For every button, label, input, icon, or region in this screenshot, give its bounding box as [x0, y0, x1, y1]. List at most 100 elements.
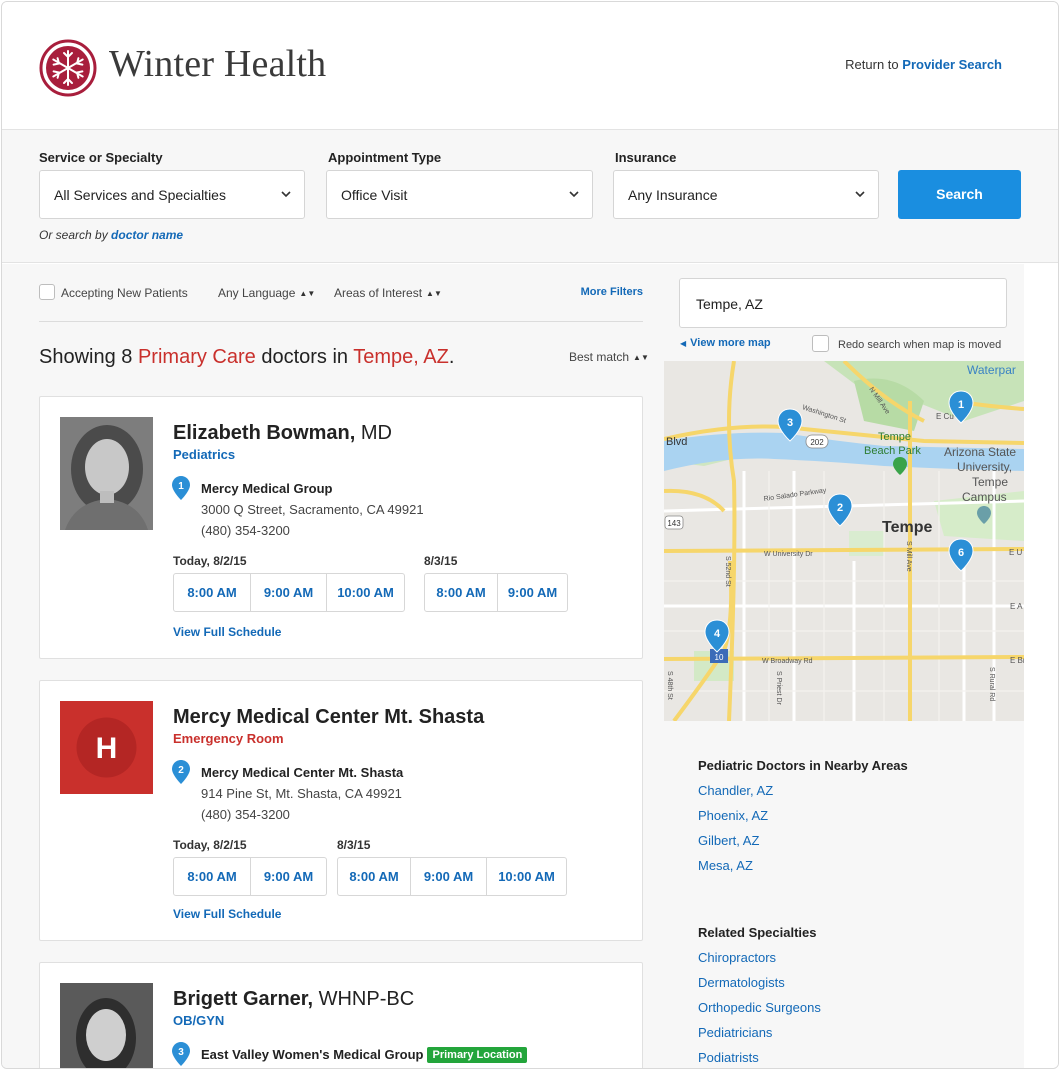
related-specialty-link[interactable]: Podiatrists	[698, 1050, 759, 1065]
service-label: Service or Specialty	[39, 150, 163, 165]
nearby-area-link[interactable]: Phoenix, AZ	[698, 808, 768, 823]
svg-text:1: 1	[958, 399, 964, 411]
accepting-new-patients-checkbox[interactable]	[39, 284, 55, 300]
svg-text:Tempe: Tempe	[882, 519, 932, 536]
view-full-schedule-link[interactable]: View Full Schedule	[173, 907, 281, 921]
time-slot-group: 8:00 AM 9:00 AM	[424, 573, 568, 612]
return-link-container: Return to Provider Search	[845, 57, 1002, 72]
svg-text:Campus: Campus	[962, 490, 1007, 504]
more-filters-link[interactable]: More Filters	[581, 286, 643, 298]
location-address: 914 Pine St, Mt. Shasta, CA 49921	[201, 786, 402, 801]
svg-text:E U: E U	[1009, 548, 1023, 557]
time-slot-button[interactable]: 9:00 AM	[250, 574, 326, 611]
chevron-down-icon	[855, 191, 865, 198]
time-slot-group: 8:00 AM 9:00 AM	[173, 857, 327, 896]
svg-text:1: 1	[178, 481, 184, 492]
svg-text:H: H	[96, 732, 118, 765]
provider-specialty: Pediatrics	[173, 447, 236, 462]
sort-select[interactable]: Best match ▲▼	[569, 350, 649, 364]
time-slot-button[interactable]: 8:00 AM	[338, 858, 410, 895]
map-pin-icon: 1	[172, 476, 190, 500]
language-filter[interactable]: Any Language ▲▼	[218, 286, 315, 300]
location-phone: (480) 354-3200	[201, 807, 290, 822]
svg-text:202: 202	[810, 438, 824, 447]
time-slot-button[interactable]: 10:00 AM	[326, 574, 404, 611]
time-slot-button[interactable]: 9:00 AM	[497, 574, 567, 611]
site-header: Winter Health Return to Provider Search	[2, 2, 1058, 130]
appointment-select[interactable]: Office Visit	[326, 170, 593, 219]
search-button[interactable]: Search	[898, 170, 1021, 219]
provider-card[interactable]: H Mercy Medical Center Mt. Shasta Emerge…	[39, 680, 643, 941]
service-select[interactable]: All Services and Specialties	[39, 170, 305, 219]
svg-text:3: 3	[178, 1047, 184, 1058]
view-more-map-link[interactable]: ◀ View more map	[680, 337, 771, 349]
provider-name[interactable]: Brigett Garner, WHNP-BC	[173, 988, 414, 1011]
or-search-prefix: Or search by	[39, 228, 108, 242]
svg-text:S Rural Rd: S Rural Rd	[988, 667, 995, 701]
map-pin-icon: 2	[172, 760, 190, 784]
map-panel: Tempe, AZ ◀ View more map Redo search whe…	[664, 264, 1024, 1068]
sort-arrows-icon: ▲▼	[299, 289, 316, 298]
svg-text:Tempe: Tempe	[878, 431, 911, 443]
provider-name-text: Elizabeth Bowman,	[173, 422, 356, 444]
location-search-value: Tempe, AZ	[696, 296, 763, 312]
nearby-area-link[interactable]: Mesa, AZ	[698, 858, 753, 873]
appointment-label: Appointment Type	[328, 150, 442, 165]
time-slot-button[interactable]: 8:00 AM	[174, 858, 250, 895]
svg-text:4: 4	[714, 628, 721, 640]
time-slot-button[interactable]: 8:00 AM	[174, 574, 250, 611]
map-canvas[interactable]: Waterpar Washington St N Mill Ave E Cu B…	[664, 361, 1024, 721]
provider-name[interactable]: Elizabeth Bowman, MD	[173, 422, 392, 445]
insurance-select-value: Any Insurance	[628, 187, 718, 203]
results-location: Tempe, AZ	[353, 346, 449, 368]
day-label: Today, 8/2/15	[173, 838, 247, 852]
doctor-name-search-link[interactable]: doctor name	[111, 228, 183, 242]
svg-text:S Priest Dr: S Priest Dr	[775, 671, 782, 706]
nearby-area-link[interactable]: Chandler, AZ	[698, 783, 773, 798]
time-slot-button[interactable]: 9:00 AM	[250, 858, 326, 895]
svg-text:E A: E A	[1010, 602, 1023, 611]
sort-select-value: Best match	[569, 350, 630, 364]
map-view[interactable]: Waterpar Washington St N Mill Ave E Cu B…	[664, 361, 1024, 721]
related-specialty-link[interactable]: Pediatricians	[698, 1025, 772, 1040]
interest-filter[interactable]: Areas of Interest ▲▼	[334, 286, 442, 300]
provider-card[interactable]: Elizabeth Bowman, MD Pediatrics 1 Mercy …	[39, 396, 643, 659]
provider-name[interactable]: Mercy Medical Center Mt. Shasta	[173, 706, 484, 729]
chevron-down-icon	[281, 191, 291, 198]
day-label: Today, 8/2/15	[173, 554, 247, 568]
provider-credential: MD	[360, 422, 392, 444]
time-slot-button[interactable]: 8:00 AM	[425, 574, 497, 611]
svg-text:Beach Park: Beach Park	[864, 445, 921, 457]
location-search-input[interactable]: Tempe, AZ	[679, 278, 1007, 328]
day-label: 8/3/15	[424, 554, 458, 568]
view-full-schedule-link[interactable]: View Full Schedule	[173, 625, 281, 639]
svg-text:E Cu: E Cu	[936, 412, 954, 421]
redo-search-checkbox[interactable]	[812, 335, 829, 352]
provider-card[interactable]: Brigett Garner, WHNP-BC OB/GYN 3 East Va…	[39, 962, 643, 1068]
provider-specialty: OB/GYN	[173, 1013, 225, 1028]
related-specialty-link[interactable]: Orthopedic Surgeons	[698, 1000, 821, 1015]
hospital-icon: H	[60, 701, 153, 794]
right-gutter	[1024, 264, 1058, 1068]
chevron-down-icon	[569, 191, 579, 198]
svg-text:W University Dr: W University Dr	[764, 551, 813, 558]
svg-text:6: 6	[958, 547, 964, 559]
nearby-area-link[interactable]: Gilbert, AZ	[698, 833, 759, 848]
svg-text:S 48th St: S 48th St	[666, 671, 673, 700]
svg-text:S 52nd St: S 52nd St	[724, 556, 731, 587]
brand-name: Winter Health	[109, 43, 327, 85]
provider-name-text: Mercy Medical Center Mt. Shasta	[173, 706, 485, 728]
time-slot-button[interactable]: 10:00 AM	[486, 858, 566, 895]
insurance-select[interactable]: Any Insurance	[613, 170, 879, 219]
provider-specialty: Emergency Room	[173, 731, 284, 746]
service-select-value: All Services and Specialties	[54, 187, 226, 203]
provider-search-link[interactable]: Provider Search	[902, 57, 1002, 72]
related-specialty-link[interactable]: Dermatologists	[698, 975, 785, 990]
svg-text:Blvd: Blvd	[666, 436, 687, 448]
time-slot-button[interactable]: 9:00 AM	[410, 858, 486, 895]
related-specialty-link[interactable]: Chiropractors	[698, 950, 776, 965]
svg-text:E Br: E Br	[1010, 656, 1024, 665]
svg-text:University,: University,	[957, 460, 1012, 474]
svg-text:Arizona State: Arizona State	[944, 445, 1016, 459]
svg-text:Tempe: Tempe	[972, 475, 1008, 489]
